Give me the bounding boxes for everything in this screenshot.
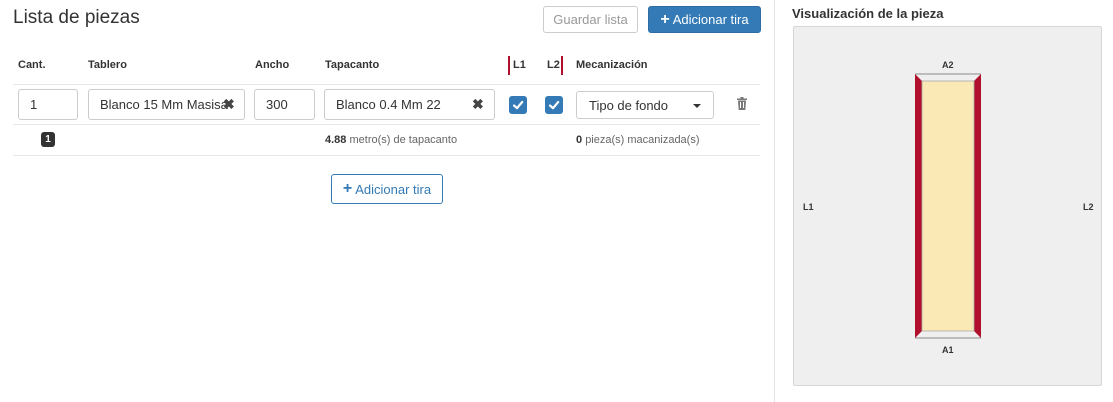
width-input[interactable]: 300: [254, 89, 315, 120]
machined-label: pieza(s) macanizada(s): [585, 134, 700, 146]
piece-drawing: [915, 73, 981, 339]
header-qty: Cant.: [18, 59, 46, 71]
edge-meters-summary: 4.88 metro(s) de tapacanto: [325, 134, 457, 146]
count-badge: 1: [41, 132, 55, 147]
summary-divider: [13, 155, 760, 156]
add-strip-button-bottom[interactable]: + Adicionar tira: [331, 174, 443, 204]
header-divider: [13, 84, 760, 85]
save-list-button[interactable]: Guardar lista: [543, 6, 638, 33]
l2-edge-marker: [561, 56, 563, 75]
machined-summary: 0 pieza(s) macanizada(s): [576, 134, 700, 146]
check-icon: [548, 100, 560, 110]
add-strip-button-top[interactable]: + Adicionar tira: [648, 6, 761, 33]
board-select[interactable]: Blanco 15 Mm Masisa: [88, 89, 245, 120]
label-l1: L1: [803, 202, 814, 212]
label-a1: A1: [942, 345, 954, 355]
header-l1: L1: [513, 59, 526, 71]
row-divider: [13, 124, 760, 125]
check-icon: [512, 100, 524, 110]
header-width: Ancho: [255, 59, 290, 71]
edge-meters-label: metro(s) de tapacanto: [349, 134, 458, 146]
machining-dropdown[interactable]: Tipo de fondo: [576, 91, 714, 119]
board-clear-icon[interactable]: ✖: [223, 96, 235, 113]
trash-icon[interactable]: [737, 97, 747, 110]
edge-select[interactable]: Blanco 0.4 Mm 22: [324, 89, 495, 120]
label-l2: L2: [1083, 202, 1094, 212]
header-machining: Mecanización: [576, 59, 648, 71]
plus-icon: +: [342, 180, 353, 197]
edge-meters-value: 4.88: [325, 134, 347, 146]
panel-divider: [774, 0, 775, 402]
l1-checkbox[interactable]: [509, 96, 527, 114]
plus-icon: +: [660, 10, 670, 28]
caret-down-icon: [693, 104, 701, 108]
header-edge: Tapacanto: [325, 59, 380, 71]
preview-title: Visualización de la pieza: [792, 6, 944, 21]
qty-input[interactable]: 1: [18, 89, 78, 120]
edge-clear-icon[interactable]: ✖: [472, 96, 484, 113]
page-title: Lista de piezas: [13, 7, 140, 28]
add-strip-label: Adicionar tira: [672, 12, 749, 27]
header-board: Tablero: [88, 59, 127, 71]
board-value: Blanco 15 Mm Masisa: [100, 97, 228, 112]
edge-value: Blanco 0.4 Mm 22: [336, 97, 441, 112]
piece-body: [921, 80, 975, 332]
machining-value: Tipo de fondo: [589, 97, 669, 113]
edge-band-l2: [974, 74, 981, 338]
l1-edge-marker: [508, 56, 510, 75]
edge-band-l1: [915, 74, 922, 338]
label-a2: A2: [942, 60, 954, 70]
piece-preview-panel: A2 A1 L1 L2: [793, 26, 1102, 386]
machined-count: 0: [576, 134, 583, 146]
l2-checkbox[interactable]: [545, 96, 563, 114]
add-strip-label: Adicionar tira: [355, 181, 432, 197]
header-l2: L2: [547, 59, 560, 71]
